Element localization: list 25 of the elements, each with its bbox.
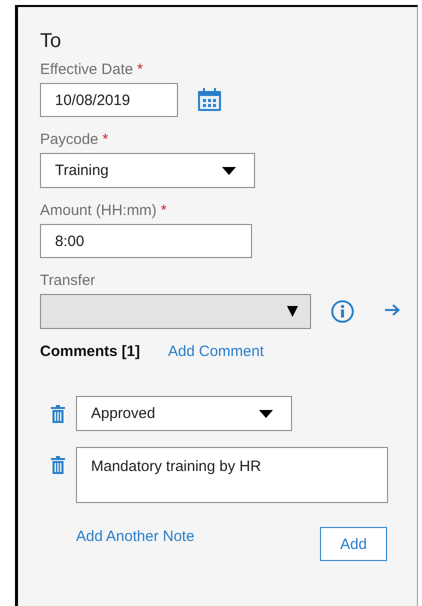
add-comment-link[interactable]: Add Comment: [168, 343, 264, 360]
caret-icon: [287, 306, 298, 317]
section-title: To: [40, 29, 62, 53]
amount-field[interactable]: 8:00: [40, 224, 252, 258]
field-label: Effective Date: [40, 61, 134, 79]
field-label: Amount (HH:mm): [40, 202, 157, 220]
caret-icon: [222, 166, 236, 174]
paycode-dropdown[interactable]: Training: [40, 153, 255, 188]
note-field[interactable]: Mandatory training by HR: [76, 447, 388, 503]
add-button[interactable]: Add: [320, 527, 387, 561]
status-dropdown[interactable]: Approved: [76, 396, 292, 431]
comments-heading: Comments [1]: [40, 343, 140, 360]
caret-icon: [259, 410, 273, 418]
field-label: Transfer: [40, 272, 96, 290]
trash-icon[interactable]: [51, 456, 65, 474]
trash-icon[interactable]: [51, 405, 65, 423]
add-note-link[interactable]: Add Another Note: [76, 528, 194, 544]
arrow-icon[interactable]: [384, 304, 400, 316]
calendar-icon[interactable]: [197, 88, 222, 112]
field-label: Paycode: [40, 131, 98, 149]
info-icon[interactable]: [331, 300, 354, 323]
required-mark: *: [137, 61, 143, 79]
required-mark: *: [160, 202, 167, 220]
date-field[interactable]: 10/08/2019: [40, 83, 178, 117]
required-mark: *: [102, 131, 108, 149]
